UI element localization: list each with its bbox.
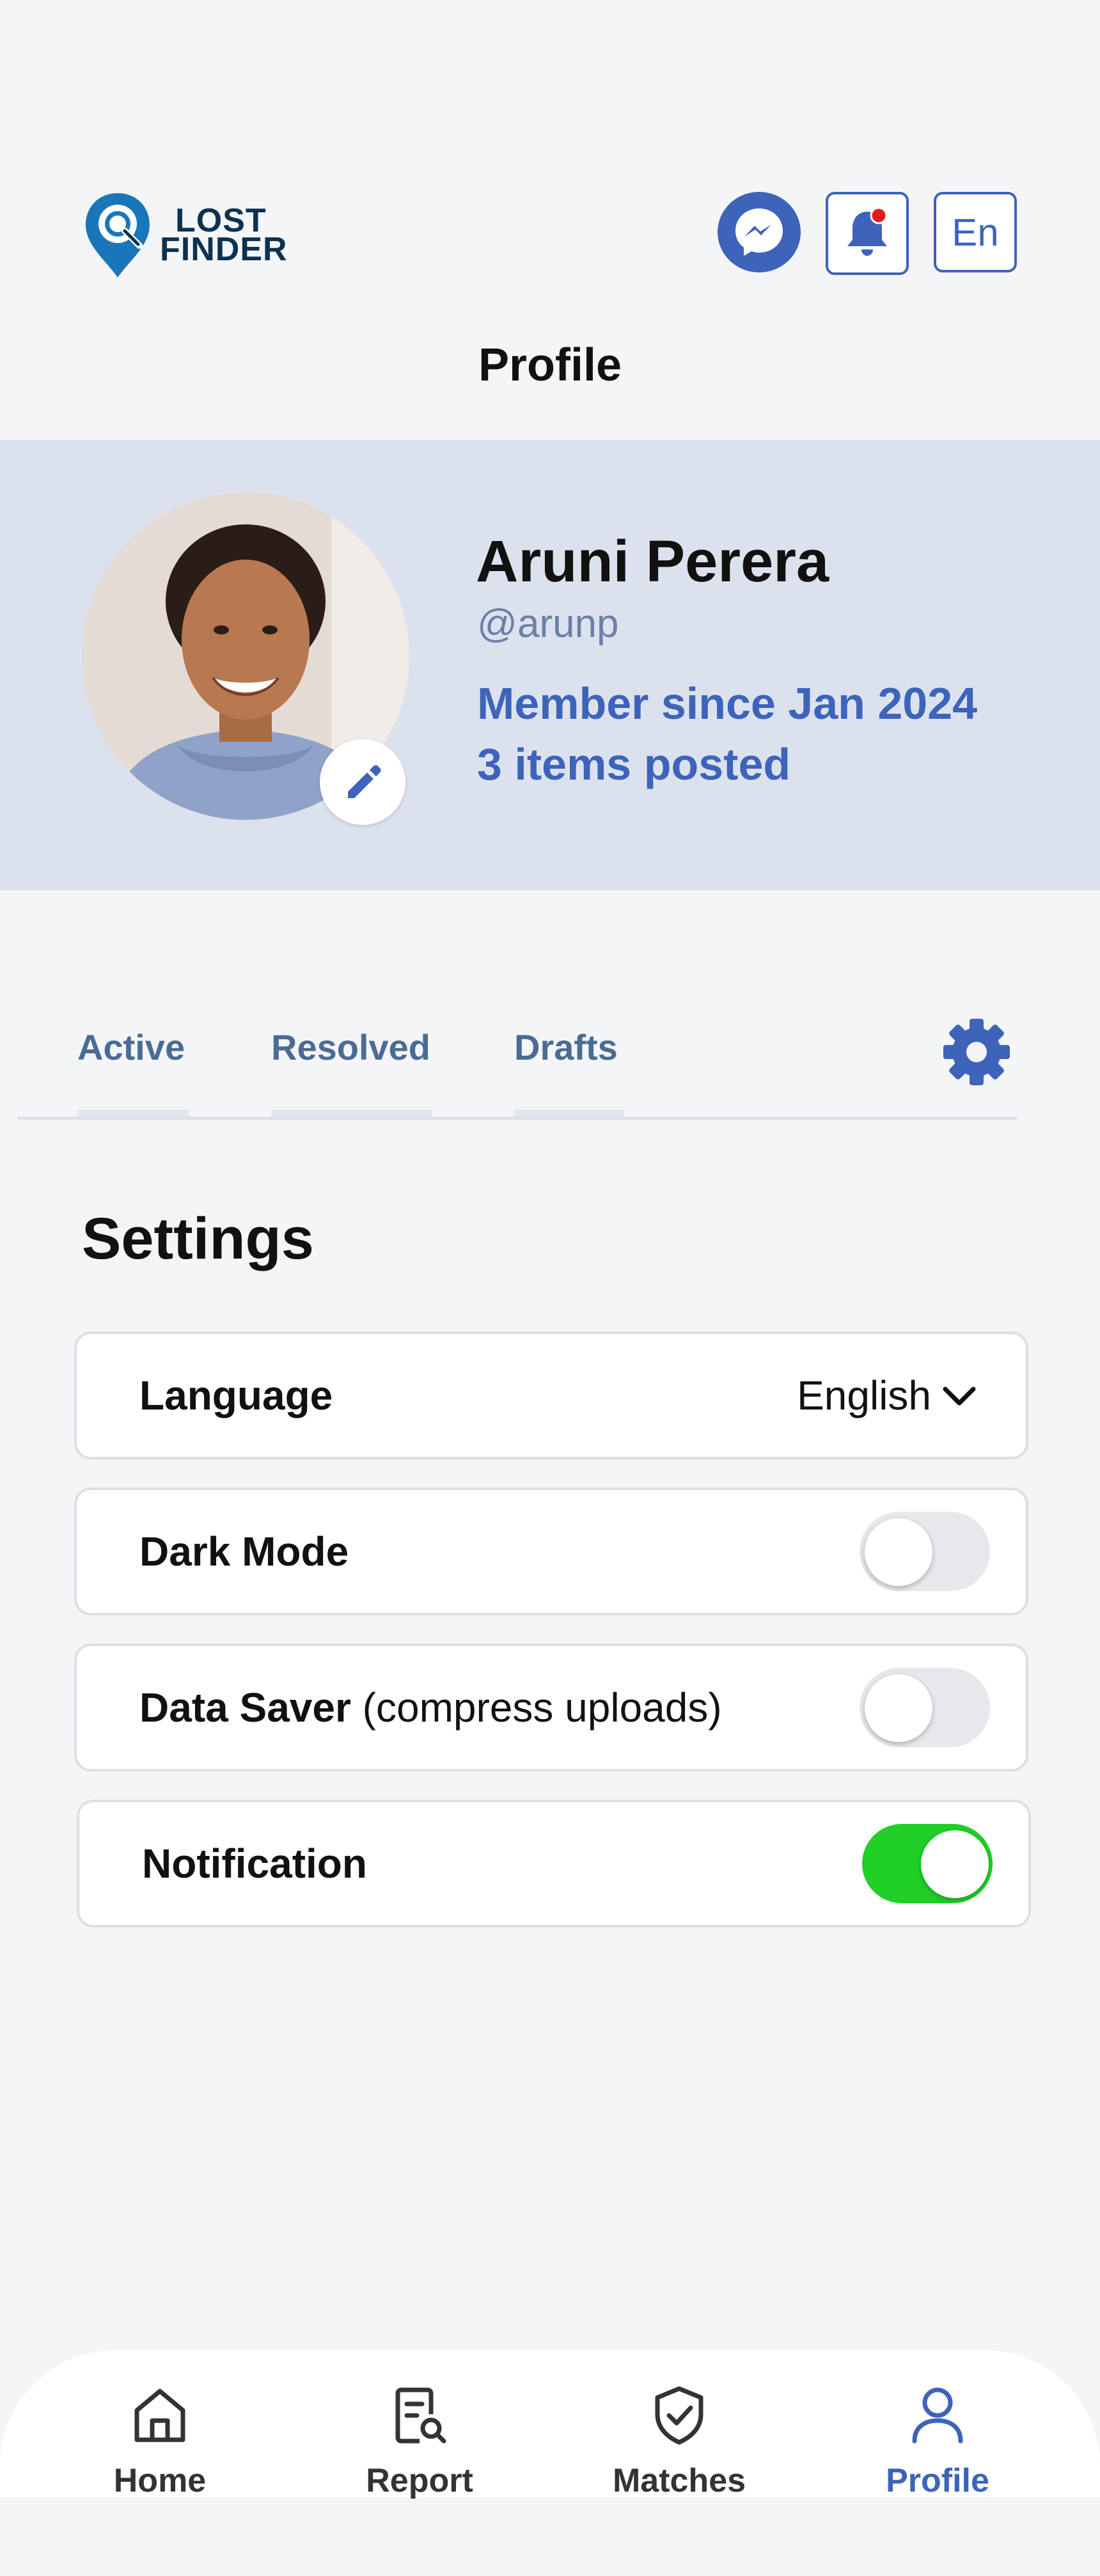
user-icon xyxy=(912,2387,963,2444)
nav-profile-label: Profile xyxy=(886,2462,989,2499)
notifications-button[interactable] xyxy=(826,192,909,275)
tab-drafts[interactable]: Drafts xyxy=(514,1026,618,1068)
language-label: Language xyxy=(139,1372,333,1418)
logo-line2: FINDER xyxy=(160,231,288,268)
member-since: Member since Jan 2024 xyxy=(477,679,978,728)
items-posted: 3 items posted xyxy=(477,739,791,789)
nav-bottom-strip xyxy=(0,2497,1100,2576)
pencil-icon xyxy=(348,765,381,798)
home-icon xyxy=(134,2389,185,2442)
chevron-down-icon[interactable] xyxy=(940,1383,978,1408)
data-saver-label: Data Saver (compress uploads) xyxy=(139,1684,722,1731)
nav-profile[interactable]: Profile xyxy=(861,2382,1014,2500)
tab-active[interactable]: Active xyxy=(77,1026,185,1068)
tab-resolved[interactable]: Resolved xyxy=(271,1026,430,1068)
toggle-knob xyxy=(921,1830,989,1898)
profile-page: LOST FINDER En Profile Aruni Perera @aru… xyxy=(0,0,1100,2576)
nav-report-label: Report xyxy=(366,2462,473,2499)
tabs-divider xyxy=(18,1117,1017,1120)
toggle-knob xyxy=(865,1674,932,1742)
language-value[interactable]: English xyxy=(797,1372,931,1419)
logo-text: LOST FINDER xyxy=(160,204,288,268)
dark-mode-setting: Dark Mode xyxy=(74,1488,1028,1615)
toggle-knob xyxy=(865,1518,932,1586)
notification-toggle[interactable] xyxy=(862,1824,993,1903)
profile-handle: @arunp xyxy=(477,602,619,646)
data-saver-setting: Data Saver (compress uploads) xyxy=(74,1644,1028,1771)
data-saver-title: Data Saver xyxy=(139,1685,351,1731)
nav-report[interactable]: Report xyxy=(343,2382,496,2500)
nav-matches-label: Matches xyxy=(612,2462,746,2499)
settings-title: Settings xyxy=(82,1206,314,1271)
location-search-icon xyxy=(86,193,150,278)
dark-mode-label: Dark Mode xyxy=(139,1528,349,1575)
notification-label: Notification xyxy=(142,1841,367,1887)
messenger-icon xyxy=(735,208,783,256)
data-saver-subtitle: (compress uploads) xyxy=(362,1685,722,1731)
dark-mode-toggle[interactable] xyxy=(860,1512,990,1591)
gear-icon[interactable] xyxy=(941,1017,1012,1087)
page-title: Profile xyxy=(478,340,622,391)
nav-matches[interactable]: Matches xyxy=(602,2382,756,2500)
profile-name: Aruni Perera xyxy=(476,529,829,594)
nav-home[interactable]: Home xyxy=(83,2382,237,2500)
data-saver-toggle[interactable] xyxy=(860,1668,990,1747)
shield-check-icon xyxy=(655,2386,703,2445)
nav-home-label: Home xyxy=(113,2462,207,2499)
language-switch-button[interactable]: En xyxy=(934,192,1017,272)
app-logo[interactable]: LOST FINDER xyxy=(82,191,299,280)
bell-icon xyxy=(847,207,888,256)
edit-avatar-button[interactable] xyxy=(320,739,405,825)
language-setting[interactable]: Language English xyxy=(74,1331,1028,1459)
notification-setting: Notification xyxy=(77,1800,1031,1928)
report-search-icon xyxy=(395,2387,446,2444)
messenger-button[interactable] xyxy=(718,192,801,272)
